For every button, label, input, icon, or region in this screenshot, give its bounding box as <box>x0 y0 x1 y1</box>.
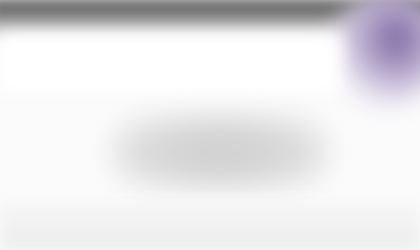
blurred-screen <box>0 0 420 250</box>
avatar[interactable] <box>330 0 420 110</box>
footer-area <box>0 200 420 250</box>
header-panel <box>0 34 340 94</box>
center-card[interactable] <box>110 112 330 192</box>
